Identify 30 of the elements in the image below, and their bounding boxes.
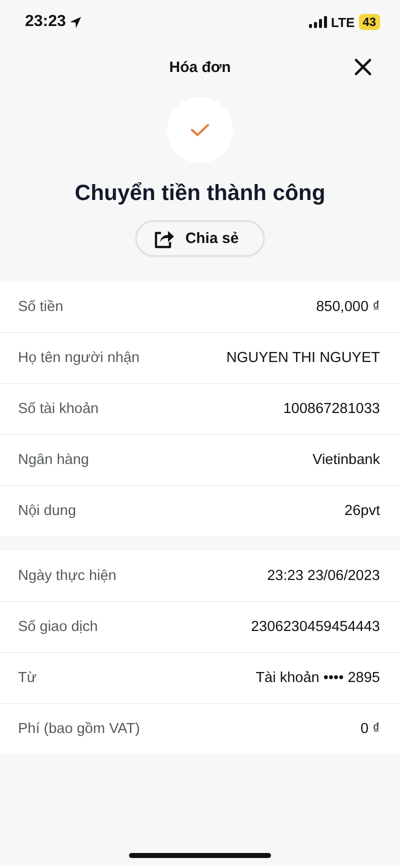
signal-icon bbox=[309, 16, 328, 28]
detail-value: Tài khoản •••• 2895 bbox=[256, 670, 380, 686]
detail-value: Vietinbank bbox=[312, 452, 380, 468]
status-time: 23:23 bbox=[25, 13, 66, 31]
detail-label: Phí (bao gồm VAT) bbox=[18, 721, 140, 737]
close-button[interactable] bbox=[352, 56, 374, 78]
share-button[interactable]: Chia sẻ bbox=[135, 220, 265, 257]
page-title: Hóa đơn bbox=[169, 58, 231, 76]
detail-value: 850,000 ₫ bbox=[316, 299, 380, 315]
detail-label: Số tài khoản bbox=[18, 401, 99, 417]
success-title: Chuyển tiền thành công bbox=[74, 180, 326, 206]
share-icon bbox=[153, 228, 176, 248]
detail-value: 26pvt bbox=[344, 503, 380, 519]
network-type: LTE bbox=[331, 14, 355, 30]
detail-label: Số giao dịch bbox=[18, 619, 98, 635]
detail-label: Họ tên người nhận bbox=[18, 350, 140, 366]
checkmark-icon bbox=[190, 123, 210, 137]
detail-label: Từ bbox=[18, 670, 37, 686]
detail-label: Ngân hàng bbox=[18, 452, 89, 468]
detail-label: Số tiền bbox=[18, 299, 64, 315]
location-arrow-icon bbox=[68, 16, 82, 28]
detail-value: 23:23 23/06/2023 bbox=[267, 568, 380, 584]
detail-label: Nội dung bbox=[18, 503, 76, 519]
detail-value: NGUYEN THI NGUYET bbox=[226, 350, 380, 366]
detail-value: 0 ₫ bbox=[360, 721, 380, 737]
battery-indicator: 43 bbox=[358, 14, 380, 30]
detail-value: 2306230459454443 bbox=[250, 619, 380, 635]
detail-label: Ngày thực hiện bbox=[18, 568, 116, 584]
close-icon bbox=[354, 58, 372, 76]
detail-value: 100867281033 bbox=[283, 401, 380, 417]
